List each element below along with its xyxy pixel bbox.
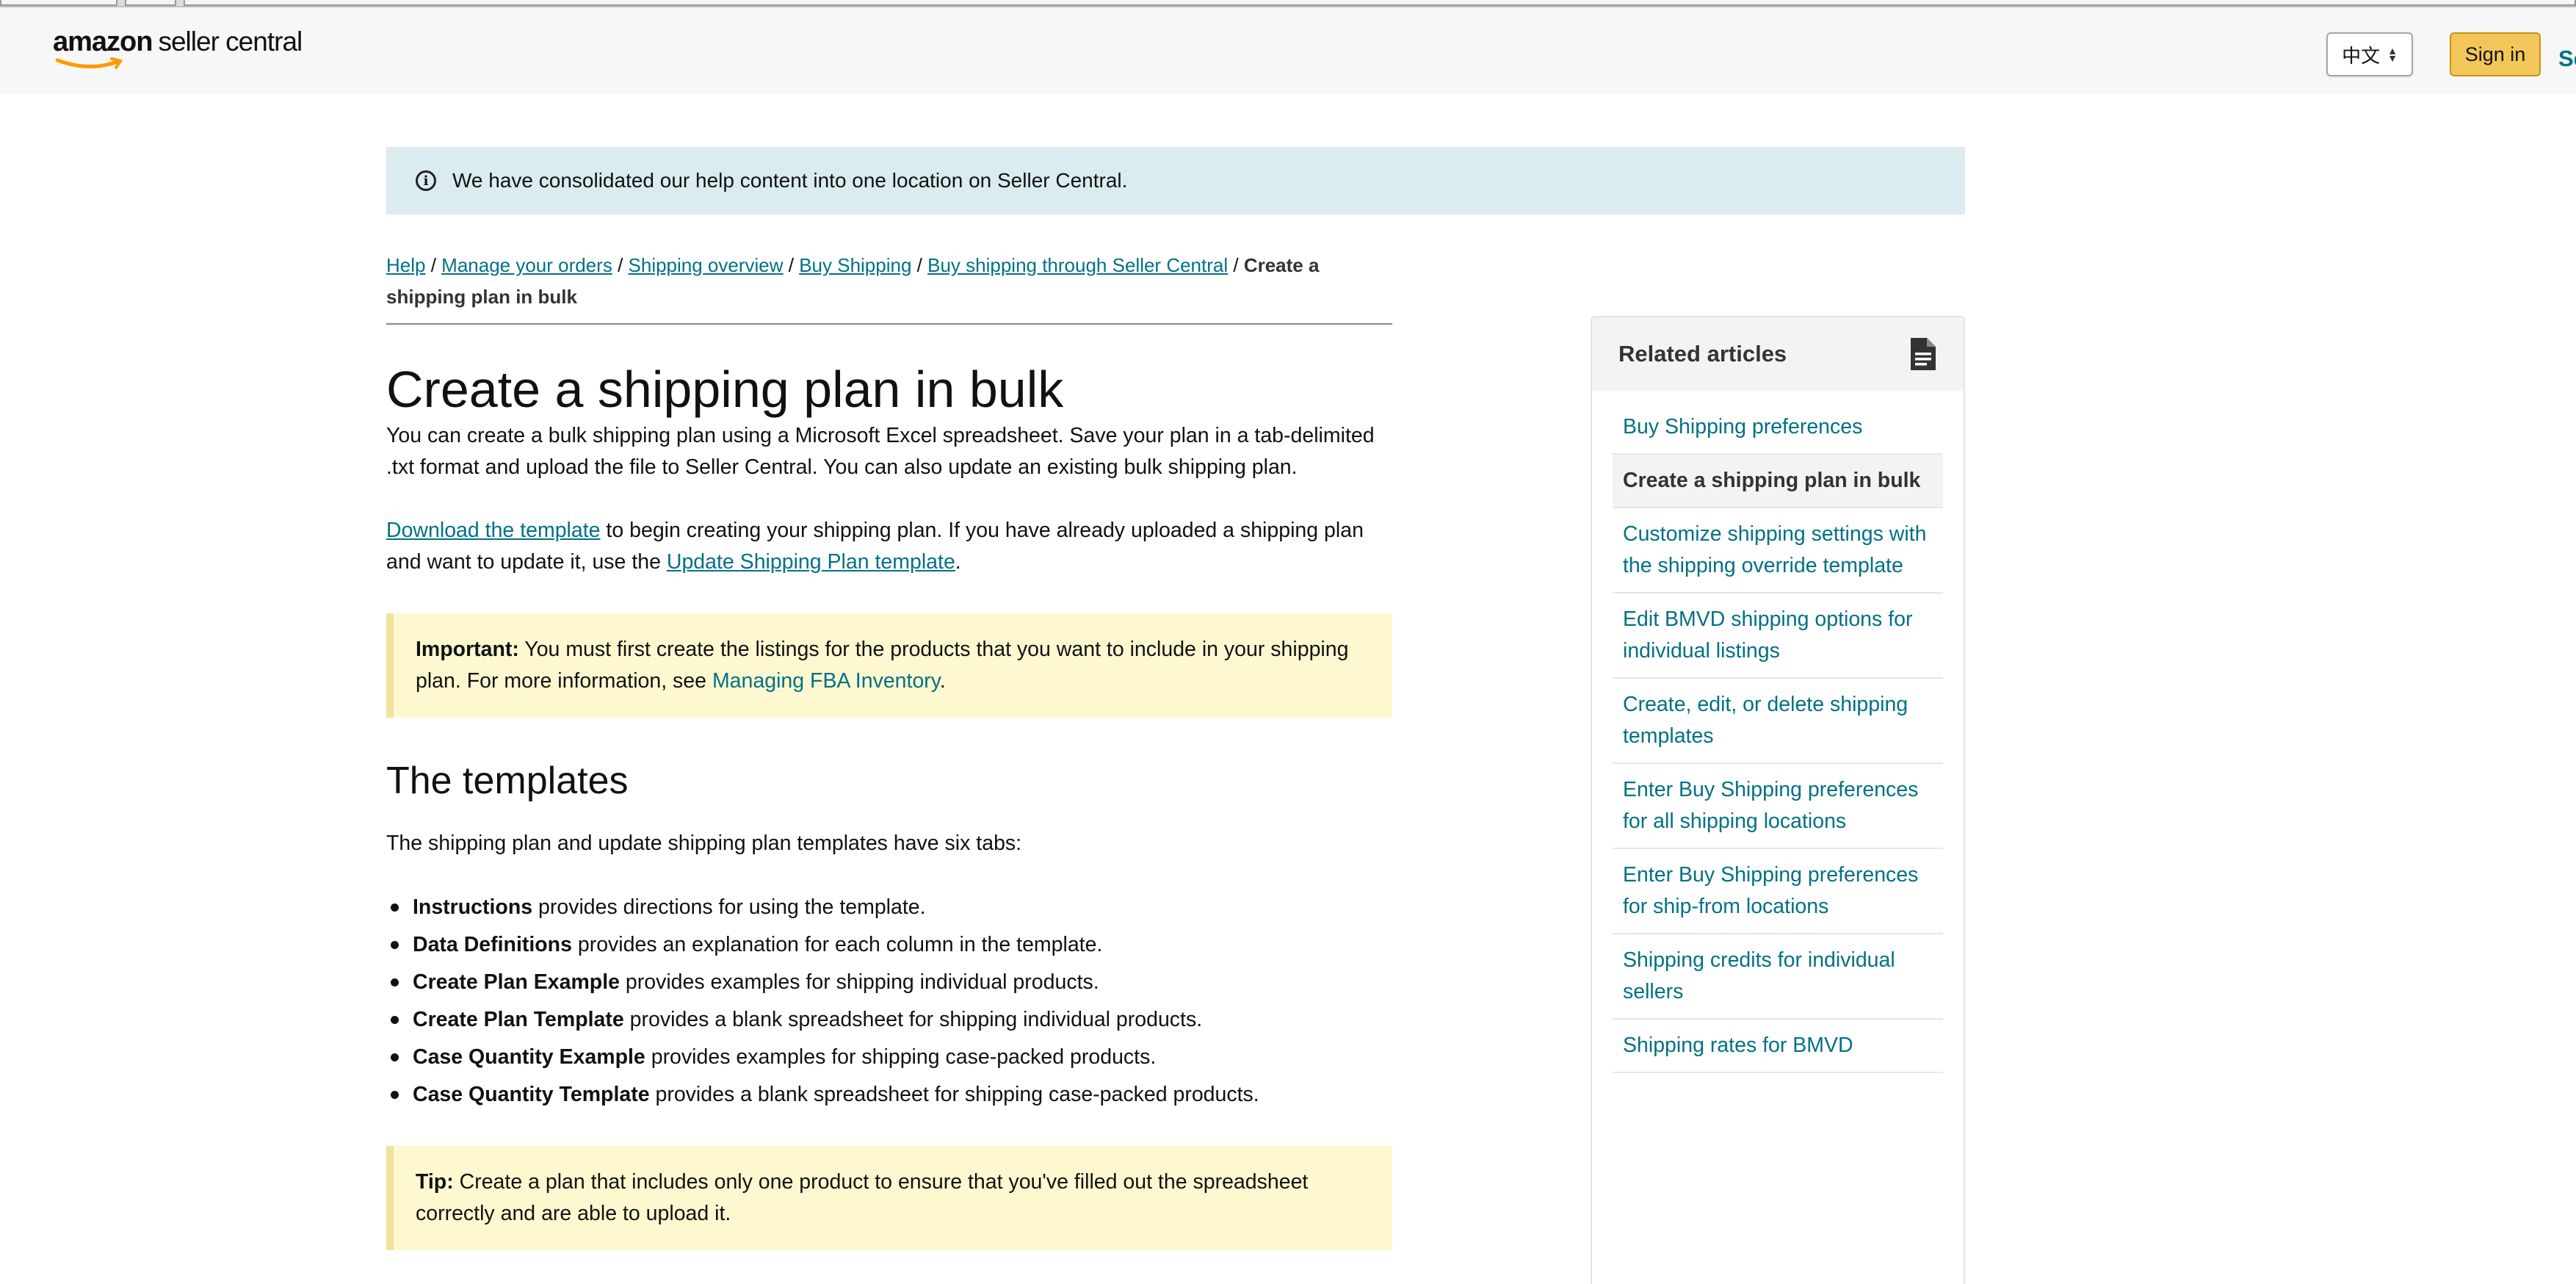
- related-article-current[interactable]: Create a shipping plan in bulk: [1613, 455, 1943, 508]
- related-article-link[interactable]: Shipping credits for individual sellers: [1613, 934, 1943, 1020]
- breadcrumb-buy-shipping-seller-central[interactable]: Buy shipping through Seller Central: [927, 254, 1228, 276]
- language-select[interactable]: 中文 ▲ ▼: [2326, 32, 2413, 76]
- tab-name: Case Quantity Example: [413, 1045, 645, 1069]
- tab-desc: provides a blank spreadsheet for shippin…: [649, 1083, 1259, 1106]
- intro-paragraph: You can create a bulk shipping plan usin…: [386, 424, 1375, 479]
- tab-name: Data Definitions: [413, 933, 572, 956]
- important-callout: Important: You must first create the lis…: [386, 613, 1392, 718]
- breadcrumb-help[interactable]: Help: [386, 254, 425, 276]
- breadcrumb-shipping-overview[interactable]: Shipping overview: [629, 254, 784, 276]
- important-label: Important:: [416, 638, 519, 661]
- templates-intro: The shipping plan and update shipping pl…: [386, 832, 1022, 855]
- document-icon: [1911, 338, 1936, 370]
- list-item: Case Quantity Example provides examples …: [386, 1039, 1392, 1076]
- tip-callout: Tip: Create a plan that includes only on…: [386, 1146, 1392, 1250]
- related-article-link[interactable]: Create, edit, or delete shipping templat…: [1613, 679, 1943, 764]
- amazon-seller-central-logo[interactable]: amazon seller central: [53, 26, 303, 78]
- related-articles-panel: Related articles Buy Shipping preference…: [1591, 316, 1965, 1284]
- browser-tab[interactable]: [0, 0, 117, 6]
- tab-name: Create Plan Example: [413, 970, 620, 994]
- list-item: Data Definitions provides an explanation…: [386, 926, 1392, 964]
- tab-desc: provides directions for using the templa…: [532, 895, 926, 919]
- tip-label: Tip:: [416, 1170, 454, 1194]
- breadcrumb: Help / Manage your orders / Shipping ove…: [386, 250, 1392, 325]
- tab-desc: provides an explanation for each column …: [571, 933, 1103, 956]
- browser-tab[interactable]: [184, 0, 2576, 6]
- related-article-link[interactable]: Shipping rates for BMVD: [1613, 1020, 1943, 1073]
- templates-section-title: The templates: [386, 760, 629, 802]
- amazon-smile-icon: [56, 57, 123, 69]
- breadcrumb-separator: /: [425, 254, 442, 276]
- tab-name: Case Quantity Template: [413, 1083, 650, 1106]
- select-arrows-icon: ▲ ▼: [2387, 45, 2398, 64]
- related-articles-list: Buy Shipping preferences Create a shippi…: [1592, 401, 1964, 1073]
- browser-tab[interactable]: [125, 0, 176, 6]
- list-item: Create Plan Example provides examples fo…: [386, 964, 1392, 1001]
- related-article-link[interactable]: Enter Buy Shipping preferences for ship-…: [1613, 849, 1943, 934]
- tab-desc: provides examples for shipping case-pack…: [645, 1045, 1157, 1069]
- sign-in-button[interactable]: Sign in: [2450, 32, 2541, 76]
- breadcrumb-buy-shipping[interactable]: Buy Shipping: [799, 254, 911, 276]
- related-articles-header: Related articles: [1592, 317, 1964, 391]
- site-header: amazon seller central 中文 ▲▼ Sign in Se: [0, 7, 2576, 94]
- consolidation-notice: i We have consolidated our help content …: [386, 147, 1965, 214]
- breadcrumb-separator: /: [911, 254, 928, 276]
- template-tabs-list: Instructions provides directions for usi…: [386, 889, 1392, 1114]
- info-icon: i: [416, 170, 436, 191]
- breadcrumb-separator: /: [783, 254, 800, 276]
- logo-amazon-text: amazon: [53, 26, 153, 57]
- breadcrumb-separator: /: [1228, 254, 1244, 276]
- download-template-link[interactable]: Download the template: [386, 519, 601, 542]
- list-item: Instructions provides directions for usi…: [386, 889, 1392, 926]
- tab-desc: provides examples for shipping individua…: [619, 970, 1099, 994]
- tab-desc: provides a blank spreadsheet for shippin…: [623, 1008, 1203, 1031]
- header-cut-link[interactable]: Se: [2558, 46, 2576, 72]
- list-item: Case Quantity Template provides a blank …: [386, 1076, 1392, 1114]
- tab-name: Create Plan Template: [413, 1008, 624, 1031]
- related-article-link[interactable]: Edit BMVD shipping options for individua…: [1613, 594, 1943, 679]
- download-paragraph: Download the template to begin creating …: [386, 515, 1392, 578]
- related-article-link[interactable]: Enter Buy Shipping preferences for all s…: [1613, 764, 1943, 849]
- related-article-link[interactable]: Customize shipping settings with the shi…: [1613, 508, 1943, 594]
- managing-fba-inventory-link[interactable]: Managing FBA Inventory: [712, 669, 940, 693]
- update-shipping-plan-template-link[interactable]: Update Shipping Plan template: [667, 550, 955, 574]
- notice-text: We have consolidated our help content in…: [452, 169, 1128, 192]
- related-article-link[interactable]: Buy Shipping preferences: [1613, 401, 1943, 455]
- article-main: Help / Manage your orders / Shipping ove…: [386, 250, 1392, 1250]
- related-articles-title: Related articles: [1618, 341, 1787, 367]
- download-text-end: .: [955, 550, 961, 574]
- logo-product-text: seller central: [158, 26, 303, 57]
- browser-chrome-strip: [0, 0, 2576, 7]
- important-end: .: [939, 669, 946, 693]
- tab-name: Instructions: [413, 895, 533, 919]
- breadcrumb-separator: /: [612, 254, 629, 276]
- tip-text: Create a plan that includes only one pro…: [416, 1170, 1309, 1225]
- language-value: 中文: [2342, 44, 2381, 67]
- page-title: Create a shipping plan in bulk: [386, 361, 1064, 418]
- breadcrumb-manage-orders[interactable]: Manage your orders: [441, 254, 612, 276]
- list-item: Create Plan Template provides a blank sp…: [386, 1001, 1392, 1039]
